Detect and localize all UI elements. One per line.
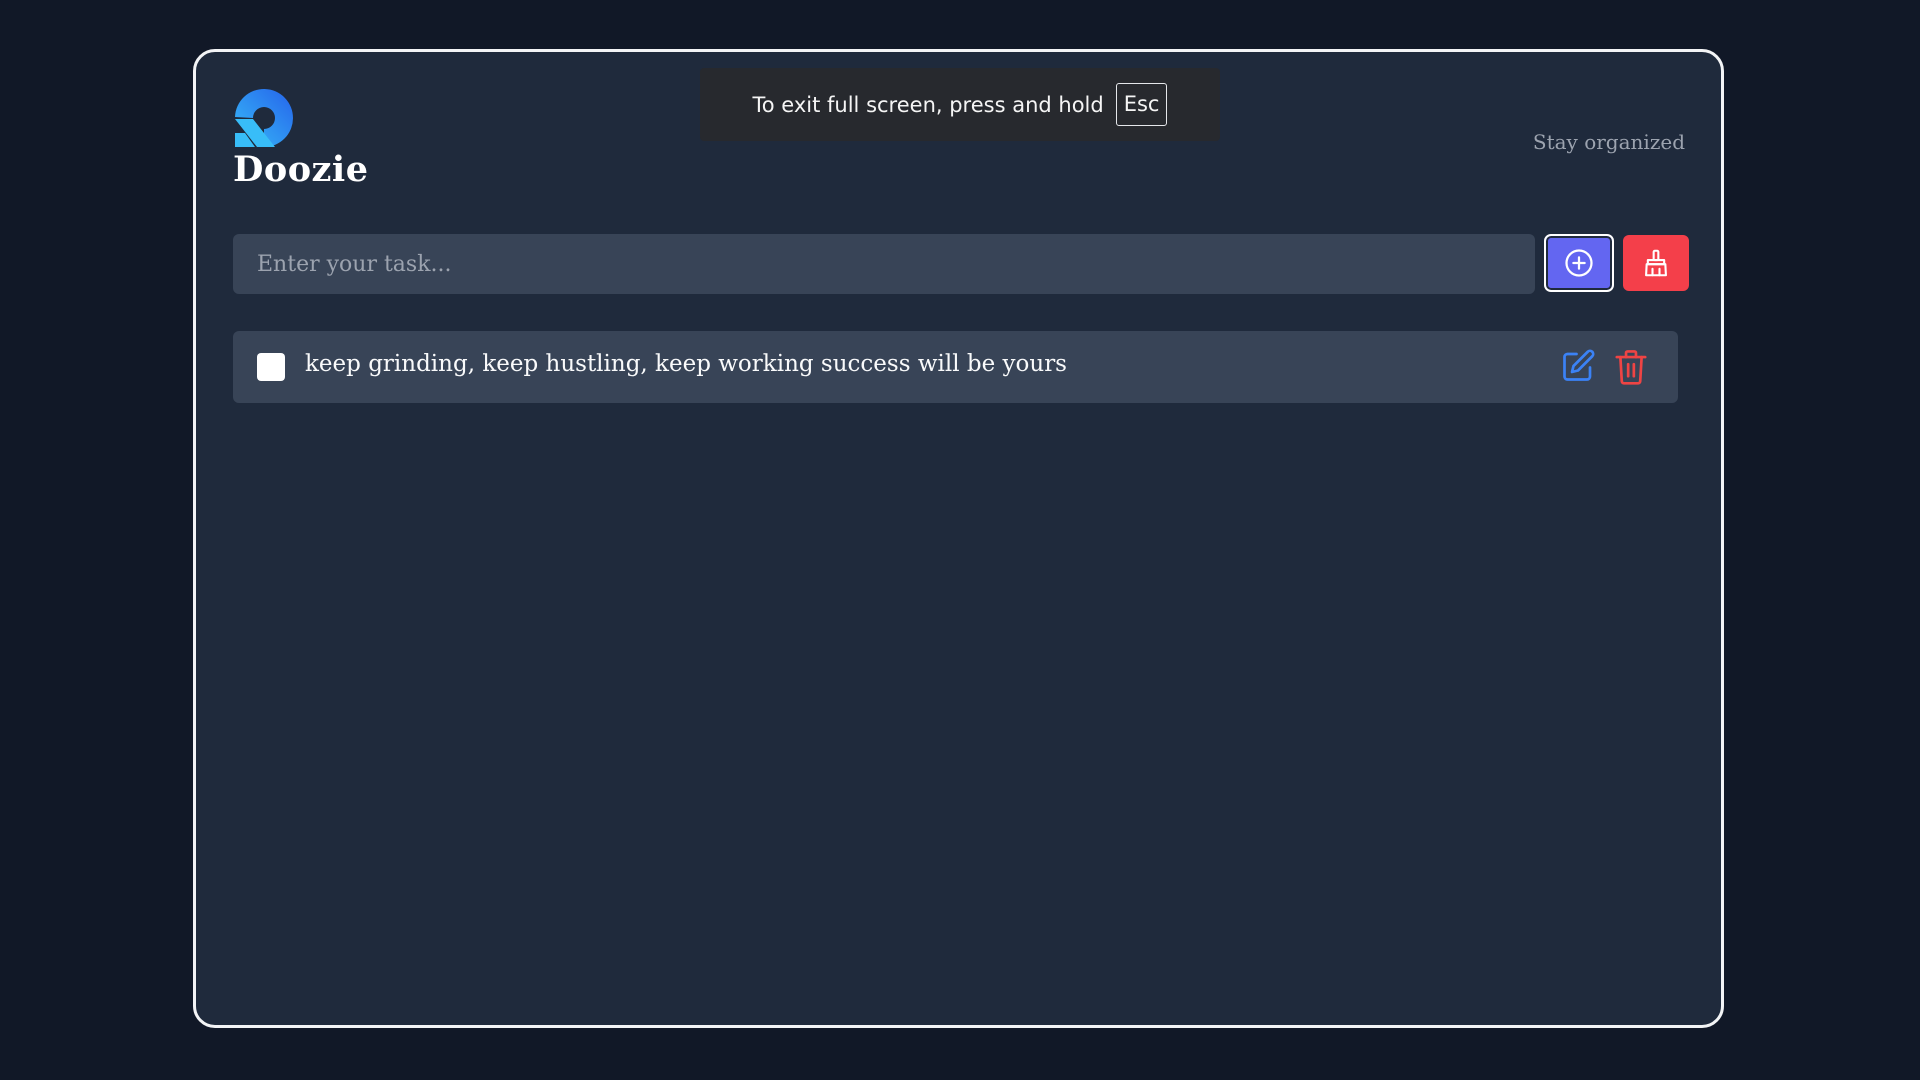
app-title: Doozie — [233, 149, 369, 190]
broom-icon — [1645, 249, 1667, 277]
add-task-button[interactable] — [1544, 234, 1614, 292]
app-tagline: Stay organized — [1532, 130, 1685, 154]
task-complete-checkbox[interactable] — [257, 353, 285, 381]
task-item: keep grinding, keep hustling, keep worki… — [233, 331, 1678, 403]
task-input[interactable] — [233, 234, 1535, 294]
task-text: keep grinding, keep hustling, keep worki… — [305, 351, 1067, 377]
fullscreen-exit-message: To exit full screen, press and hold — [752, 92, 1104, 117]
trash-icon[interactable] — [1614, 348, 1648, 386]
esc-key-badge: Esc — [1115, 83, 1168, 126]
doozie-logo-icon — [235, 89, 293, 147]
clear-tasks-button[interactable] — [1623, 235, 1689, 291]
todo-app-panel: Doozie Stay organized keep grinding, kee… — [193, 49, 1724, 1028]
pencil-square-icon[interactable] — [1560, 348, 1596, 384]
fullscreen-exit-notice: To exit full screen, press and hold Esc — [700, 68, 1220, 141]
plus-circle-icon — [1565, 249, 1593, 277]
